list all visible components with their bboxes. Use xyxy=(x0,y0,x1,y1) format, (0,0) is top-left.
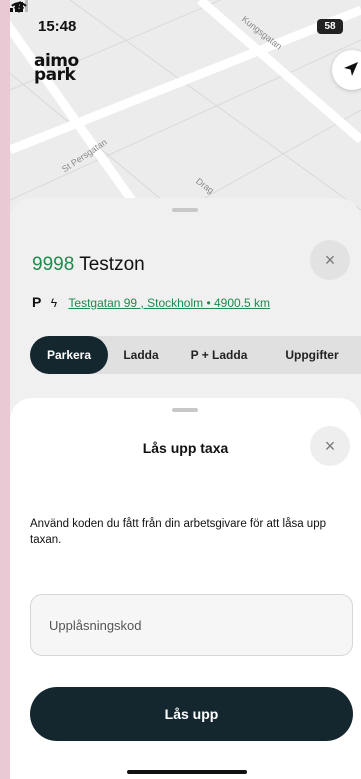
zone-title: 9998 Testzon xyxy=(32,254,145,276)
zone-sheet-handle[interactable] xyxy=(172,208,198,212)
battery-indicator: 58 xyxy=(317,19,343,34)
unlock-description: Använd koden du fått från din arbetsgiva… xyxy=(30,518,326,546)
unlock-sheet: Lås upp taxa × Använd koden du fått från… xyxy=(10,398,361,779)
phone-screen: Kungsgatan St Persgatan Drag 15:48 58 ai… xyxy=(10,0,361,779)
charging-icon: ϟ xyxy=(50,296,58,310)
tab-p-ladda[interactable]: P + Ladda xyxy=(178,336,260,374)
zone-number: 9998 xyxy=(32,254,75,275)
unlock-button[interactable]: Lås upp xyxy=(30,687,353,741)
logo-line-2: park xyxy=(34,65,76,85)
wifi-icon xyxy=(11,2,27,13)
tab-uppgifter[interactable]: Uppgifter xyxy=(266,336,358,374)
zone-close-button[interactable]: × xyxy=(310,240,350,280)
tab-ladda[interactable]: Ladda xyxy=(110,336,172,374)
location-arrow-icon xyxy=(344,62,358,76)
aimo-park-logo: aimo park xyxy=(34,53,79,85)
tab-parkera[interactable]: Parkera xyxy=(30,336,108,374)
unlock-title: Lås upp taxa xyxy=(142,440,229,456)
clock: 15:48 xyxy=(38,18,77,35)
zone-address-link[interactable]: Testgatan 99 , Stockholm • 4900.5 km xyxy=(68,296,270,310)
zone-name: Testzon xyxy=(79,254,145,275)
parking-icon: P xyxy=(32,294,42,310)
zone-meta: P ϟ Testgatan 99 , Stockholm • 4900.5 km xyxy=(32,294,270,310)
status-bar: 15:48 58 xyxy=(10,0,361,44)
unlock-close-button[interactable]: × xyxy=(310,426,350,466)
unlock-sheet-handle[interactable] xyxy=(172,408,198,412)
home-indicator xyxy=(127,770,247,774)
zone-tabs: Parkera Ladda P + Ladda Uppgifter xyxy=(30,336,361,374)
unlock-code-input[interactable] xyxy=(30,594,353,656)
